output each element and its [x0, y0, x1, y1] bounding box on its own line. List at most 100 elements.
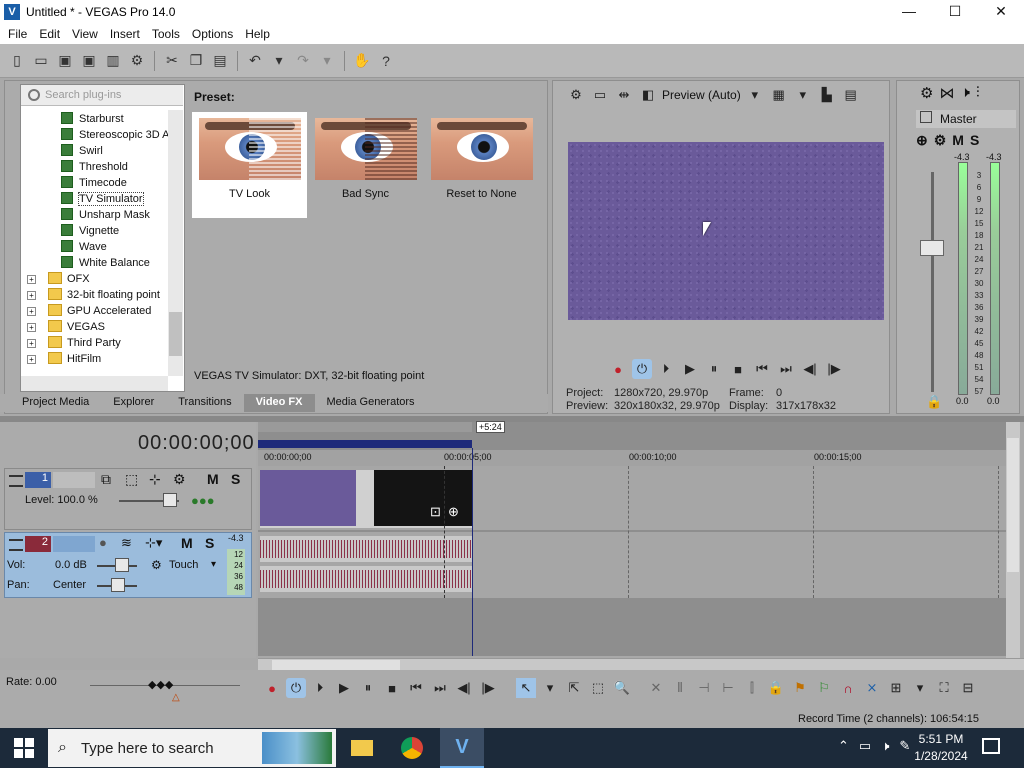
play-icon[interactable]: ▶	[680, 359, 700, 379]
split-view-dropdown-icon[interactable]: ◧	[638, 85, 658, 105]
arm-for-record-icon[interactable]: ●	[99, 535, 107, 550]
envelope-edit-tool-icon[interactable]: ⇱	[564, 678, 584, 698]
preset-tv-look[interactable]: TV Look	[192, 112, 307, 218]
paste-icon[interactable]: ▤	[209, 50, 231, 72]
tab-explorer[interactable]: Explorer	[101, 394, 166, 412]
expand-icon[interactable]: +	[27, 355, 36, 364]
enable-snapping-icon[interactable]: ✋	[351, 50, 373, 72]
vol-slider-handle[interactable]	[115, 558, 129, 572]
invert-phase-icon[interactable]: ≋	[121, 535, 132, 551]
track-fx-icon[interactable]: ⊹▾	[145, 535, 162, 551]
expand-icon[interactable]: +	[27, 291, 36, 300]
chevron-down-icon[interactable]: ▾	[540, 678, 560, 698]
split-screen-icon[interactable]: ⇹	[614, 85, 634, 105]
pan-icon[interactable]: ⊕	[916, 132, 928, 149]
plugin-vignette[interactable]: Vignette	[61, 223, 119, 239]
plugin-starburst[interactable]: Starburst	[61, 111, 124, 127]
track-fx-icon[interactable]: ⊹	[149, 471, 161, 488]
audio-event-left[interactable]	[260, 536, 472, 562]
next-frame-icon[interactable]: |▶	[824, 359, 844, 379]
zoom-edit-tool-icon[interactable]: 🔍	[612, 678, 632, 698]
whats-this-help-icon[interactable]: ?	[375, 50, 397, 72]
chevron-up-icon[interactable]: ⌃	[838, 738, 849, 754]
chevron-down-icon[interactable]: ▾	[211, 559, 216, 570]
lock-icon[interactable]: 🔒	[926, 394, 942, 410]
menu-help[interactable]: Help	[239, 27, 276, 41]
folder-hitfilm[interactable]: + HitFilm	[27, 351, 101, 367]
timeline-hscrollbar[interactable]	[258, 658, 1024, 670]
copy-icon[interactable]: ❐	[185, 50, 207, 72]
tab-transitions[interactable]: Transitions	[166, 394, 243, 412]
pause-icon[interactable]: ⏸	[704, 359, 724, 379]
snapping-magnet-icon[interactable]: ∩	[838, 678, 858, 698]
video-output-fx-gear-icon[interactable]: ⚙	[566, 85, 586, 105]
timeline-vscrollbar[interactable]	[1006, 422, 1020, 658]
trim-icon[interactable]: ⫴	[670, 678, 690, 698]
scroll-thumb[interactable]	[272, 660, 400, 670]
split-icon[interactable]: ⫿	[742, 678, 762, 698]
preview-quality-dropdown[interactable]: Preview (Auto)	[662, 88, 741, 102]
copy-snapshot-icon[interactable]: ▙	[817, 85, 837, 105]
ripple-edit-icon[interactable]: ⊞	[886, 678, 906, 698]
ignore-grouping-icon[interactable]: ⊟	[958, 678, 978, 698]
track-collapse-icon[interactable]	[9, 539, 23, 551]
mixer-gear-icon[interactable]: ⚙	[920, 84, 933, 102]
plugin-stereoscopic[interactable]: Stereoscopic 3D A	[61, 127, 170, 143]
folder-vegas[interactable]: + VEGAS	[27, 319, 105, 335]
pan-slider-handle[interactable]	[111, 578, 125, 592]
plugin-white-balance[interactable]: White Balance	[61, 255, 150, 271]
save-icon[interactable]: ▣	[54, 50, 76, 72]
lock-envelopes-icon[interactable]: ⛶	[934, 678, 954, 698]
preset-bad-sync[interactable]: Bad Sync	[308, 112, 423, 218]
track1-mute-button[interactable]: M	[207, 471, 219, 487]
trim-end-icon[interactable]: ⊢	[718, 678, 738, 698]
plugin-threshold[interactable]: Threshold	[61, 159, 128, 175]
mixer-properties-icon[interactable]: ⫶	[976, 84, 980, 102]
expand-icon[interactable]: +	[27, 339, 36, 348]
master-mute-button[interactable]: M	[952, 132, 964, 149]
automation-gear-icon[interactable]: ⚙	[151, 558, 162, 572]
time-ruler[interactable]: 00:00:00;00 00:00:05;00 00:00:10;00 00:0…	[258, 450, 1006, 466]
save-snapshot-icon[interactable]: ▤	[841, 85, 861, 105]
downmix-icon[interactable]: ⋈	[939, 84, 954, 102]
plugin-tv-simulator[interactable]: TV Simulator	[61, 191, 144, 207]
master-solo-button[interactable]: S	[970, 132, 979, 149]
normal-edit-tool-icon[interactable]: ↖	[516, 678, 536, 698]
previous-frame-icon[interactable]: ◀|	[800, 359, 820, 379]
preset-reset-to-none[interactable]: Reset to None	[424, 112, 539, 218]
previous-frame-icon[interactable]: ◀|	[454, 678, 474, 698]
file-explorer-icon[interactable]	[348, 732, 376, 764]
tab-video-fx[interactable]: Video FX	[243, 394, 315, 412]
notifications-icon[interactable]	[982, 738, 1000, 754]
pause-icon[interactable]: ⏸	[358, 678, 378, 698]
event-fx-icon[interactable]: ⊕	[448, 504, 459, 520]
folder-gpu[interactable]: + GPU Accelerated	[27, 303, 151, 319]
overlays-grid-icon[interactable]: ▦	[769, 85, 789, 105]
track-name-field[interactable]	[53, 472, 95, 488]
track-audio-2[interactable]: 2 ● ≋ ⊹▾ M S -4.3 12 24 36 48 Vol: 0.0 d…	[4, 532, 252, 598]
selection-edit-tool-icon[interactable]: ⬚	[588, 678, 608, 698]
vegas-taskbar-icon[interactable]: V	[440, 728, 484, 768]
redo-dropdown-icon[interactable]: ▾	[316, 50, 338, 72]
new-file-icon[interactable]: ▯	[6, 50, 28, 72]
stop-icon[interactable]: ■	[382, 678, 402, 698]
tree-scroll-thumb[interactable]	[169, 312, 182, 356]
external-monitor-icon[interactable]: ▭	[590, 85, 610, 105]
properties-gear-icon[interactable]: ⚙	[126, 50, 148, 72]
event-pan-crop-icon[interactable]: ⊡	[430, 504, 441, 520]
plugin-timecode[interactable]: Timecode	[61, 175, 127, 191]
undo-dropdown-icon[interactable]: ▾	[268, 50, 290, 72]
play-icon[interactable]: ▶	[334, 678, 354, 698]
expand-icon[interactable]: +	[27, 275, 36, 284]
tab-project-media[interactable]: Project Media	[0, 394, 101, 412]
track2-mute-button[interactable]: M	[181, 535, 193, 551]
menu-options[interactable]: Options	[186, 27, 239, 41]
menu-insert[interactable]: Insert	[104, 27, 146, 41]
stop-icon[interactable]: ■	[728, 359, 748, 379]
expand-icon[interactable]: +	[27, 307, 36, 316]
folder-ofx[interactable]: + OFX	[27, 271, 90, 287]
insert-marker-icon[interactable]: ⚑	[790, 678, 810, 698]
plugin-wave[interactable]: Wave	[61, 239, 107, 255]
open-folder-icon[interactable]: ▭	[30, 50, 52, 72]
track-motion-icon[interactable]: ⬚	[125, 471, 138, 488]
